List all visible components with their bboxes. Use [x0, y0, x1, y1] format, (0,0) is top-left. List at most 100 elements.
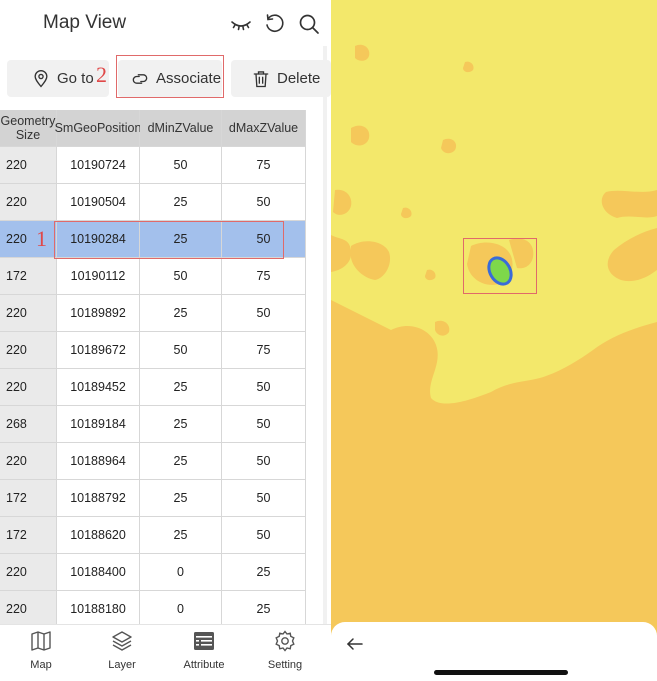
table-row[interactable]: 220 10190504 25 50: [0, 184, 307, 221]
table-cell: 25: [222, 591, 306, 628]
table-cell: 268: [0, 406, 57, 443]
table-cell: 50: [222, 369, 306, 406]
trash-icon: [253, 70, 269, 87]
table-cell: 172: [0, 517, 57, 554]
gear-icon: [275, 630, 295, 652]
nav-label: Setting: [267, 659, 303, 671]
table-cell: 0: [140, 554, 222, 591]
nav-item-layer[interactable]: Layer: [87, 629, 157, 671]
table-row[interactable]: 172 10188792 25 50: [0, 480, 307, 517]
table-row[interactable]: 268 10189184 25 50: [0, 406, 307, 443]
table-cell: 50: [140, 332, 222, 369]
table-row[interactable]: 220 10190724 50 75: [0, 147, 307, 184]
table-cell: 50: [140, 147, 222, 184]
nav-label: Map: [30, 659, 52, 671]
map-icon: [31, 631, 51, 651]
undo-icon[interactable]: [263, 12, 287, 36]
associate-highlight-box: [116, 55, 224, 98]
back-arrow-icon[interactable]: [345, 634, 365, 654]
table-row[interactable]: 172 10190112 50 75: [0, 258, 307, 295]
table-cell: 25: [140, 406, 222, 443]
table-cell: 25: [140, 480, 222, 517]
bottom-navigation: Map Layer Attribute Setting: [0, 624, 331, 681]
attribute-table-icon: [194, 632, 214, 650]
table-cell: 25: [140, 295, 222, 332]
table-cell: 220: [0, 332, 57, 369]
table-cell: 10188400: [57, 554, 140, 591]
table-cell: 220: [0, 443, 57, 480]
step-1-label: 1: [36, 226, 47, 251]
table-cell: 25: [222, 554, 306, 591]
table-cell: 220: [0, 554, 57, 591]
nav-label: Layer: [108, 659, 136, 671]
table-cell: 10190724: [57, 147, 140, 184]
map-view[interactable]: [331, 0, 657, 681]
table-row[interactable]: 220 10189452 25 50: [0, 369, 307, 406]
table-cell: 50: [222, 480, 306, 517]
table-cell: 172: [0, 480, 57, 517]
page-title: Map View: [43, 12, 127, 33]
nav-label: Attribute: [183, 659, 225, 671]
table-cell: 10189184: [57, 406, 140, 443]
table-cell: 75: [222, 258, 306, 295]
hide-eye-icon[interactable]: [229, 12, 253, 36]
delete-button[interactable]: Delete: [231, 60, 331, 97]
table-cell: 50: [222, 295, 306, 332]
panel-header: Map View: [0, 0, 331, 46]
table-cell: 25: [140, 369, 222, 406]
table-cell: 220: [0, 184, 57, 221]
table-cell: 50: [222, 184, 306, 221]
table-cell: 10188792: [57, 480, 140, 517]
home-indicator[interactable]: [434, 670, 568, 675]
table-cell: 75: [222, 147, 306, 184]
table-cell: 220: [0, 221, 57, 258]
table-cell: 10188620: [57, 517, 140, 554]
column-header[interactable]: SmGeoPosition: [55, 110, 141, 147]
delete-label: Delete: [277, 70, 321, 87]
nav-item-attribute[interactable]: Attribute: [169, 629, 239, 671]
table-cell: 50: [222, 443, 306, 480]
location-pin-icon: [34, 69, 48, 88]
table-row[interactable]: 172 10188620 25 50: [0, 517, 307, 554]
feature-highlight-box: [463, 238, 537, 294]
search-icon[interactable]: [297, 12, 321, 36]
table-row[interactable]: 220 10189672 50 75: [0, 332, 307, 369]
table-row[interactable]: 220 10188400 0 25: [0, 554, 307, 591]
table-cell: 10190112: [57, 258, 140, 295]
toolbar-scrollbar[interactable]: [323, 46, 327, 626]
table-cell: 10188964: [57, 443, 140, 480]
table-cell: 220: [0, 591, 57, 628]
table-cell: 50: [222, 406, 306, 443]
table-cell: 220: [0, 147, 57, 184]
column-header[interactable]: dMinZValue: [140, 110, 222, 147]
table-cell: 50: [140, 258, 222, 295]
table-cell: 50: [222, 517, 306, 554]
table-cell: 25: [140, 184, 222, 221]
layers-icon: [112, 631, 132, 651]
table-cell: 25: [140, 443, 222, 480]
map-canvas[interactable]: [331, 0, 657, 681]
step-2-label: 2: [96, 62, 107, 87]
table-row[interactable]: 220 10188180 0 25: [0, 591, 307, 628]
goto-label: Go to: [57, 70, 94, 87]
table-cell: 220: [0, 295, 57, 332]
selected-row-highlight-box: [54, 221, 284, 259]
table-cell: 172: [0, 258, 57, 295]
table-cell: 10189672: [57, 332, 140, 369]
goto-button[interactable]: Go to: [7, 60, 109, 97]
table-cell: 75: [222, 332, 306, 369]
table-cell: 220: [0, 369, 57, 406]
nav-item-map[interactable]: Map: [6, 629, 76, 671]
table-row[interactable]: 220 10188964 25 50: [0, 443, 307, 480]
column-header[interactable]: dMaxZValue: [222, 110, 306, 147]
table-cell: 10188180: [57, 591, 140, 628]
table-header-row: Geometry Size SmGeoPosition dMinZValue d…: [0, 110, 307, 147]
table-row[interactable]: 220 10189892 25 50: [0, 295, 307, 332]
nav-item-setting[interactable]: Setting: [250, 629, 320, 671]
map-bottom-sheet: [331, 622, 657, 681]
attribute-panel: Map View Go to Associate Delete 2 Geomet…: [0, 0, 331, 681]
table-cell: 10189892: [57, 295, 140, 332]
table-cell: 25: [140, 517, 222, 554]
table-cell: 0: [140, 591, 222, 628]
column-header[interactable]: Geometry Size: [0, 110, 57, 147]
